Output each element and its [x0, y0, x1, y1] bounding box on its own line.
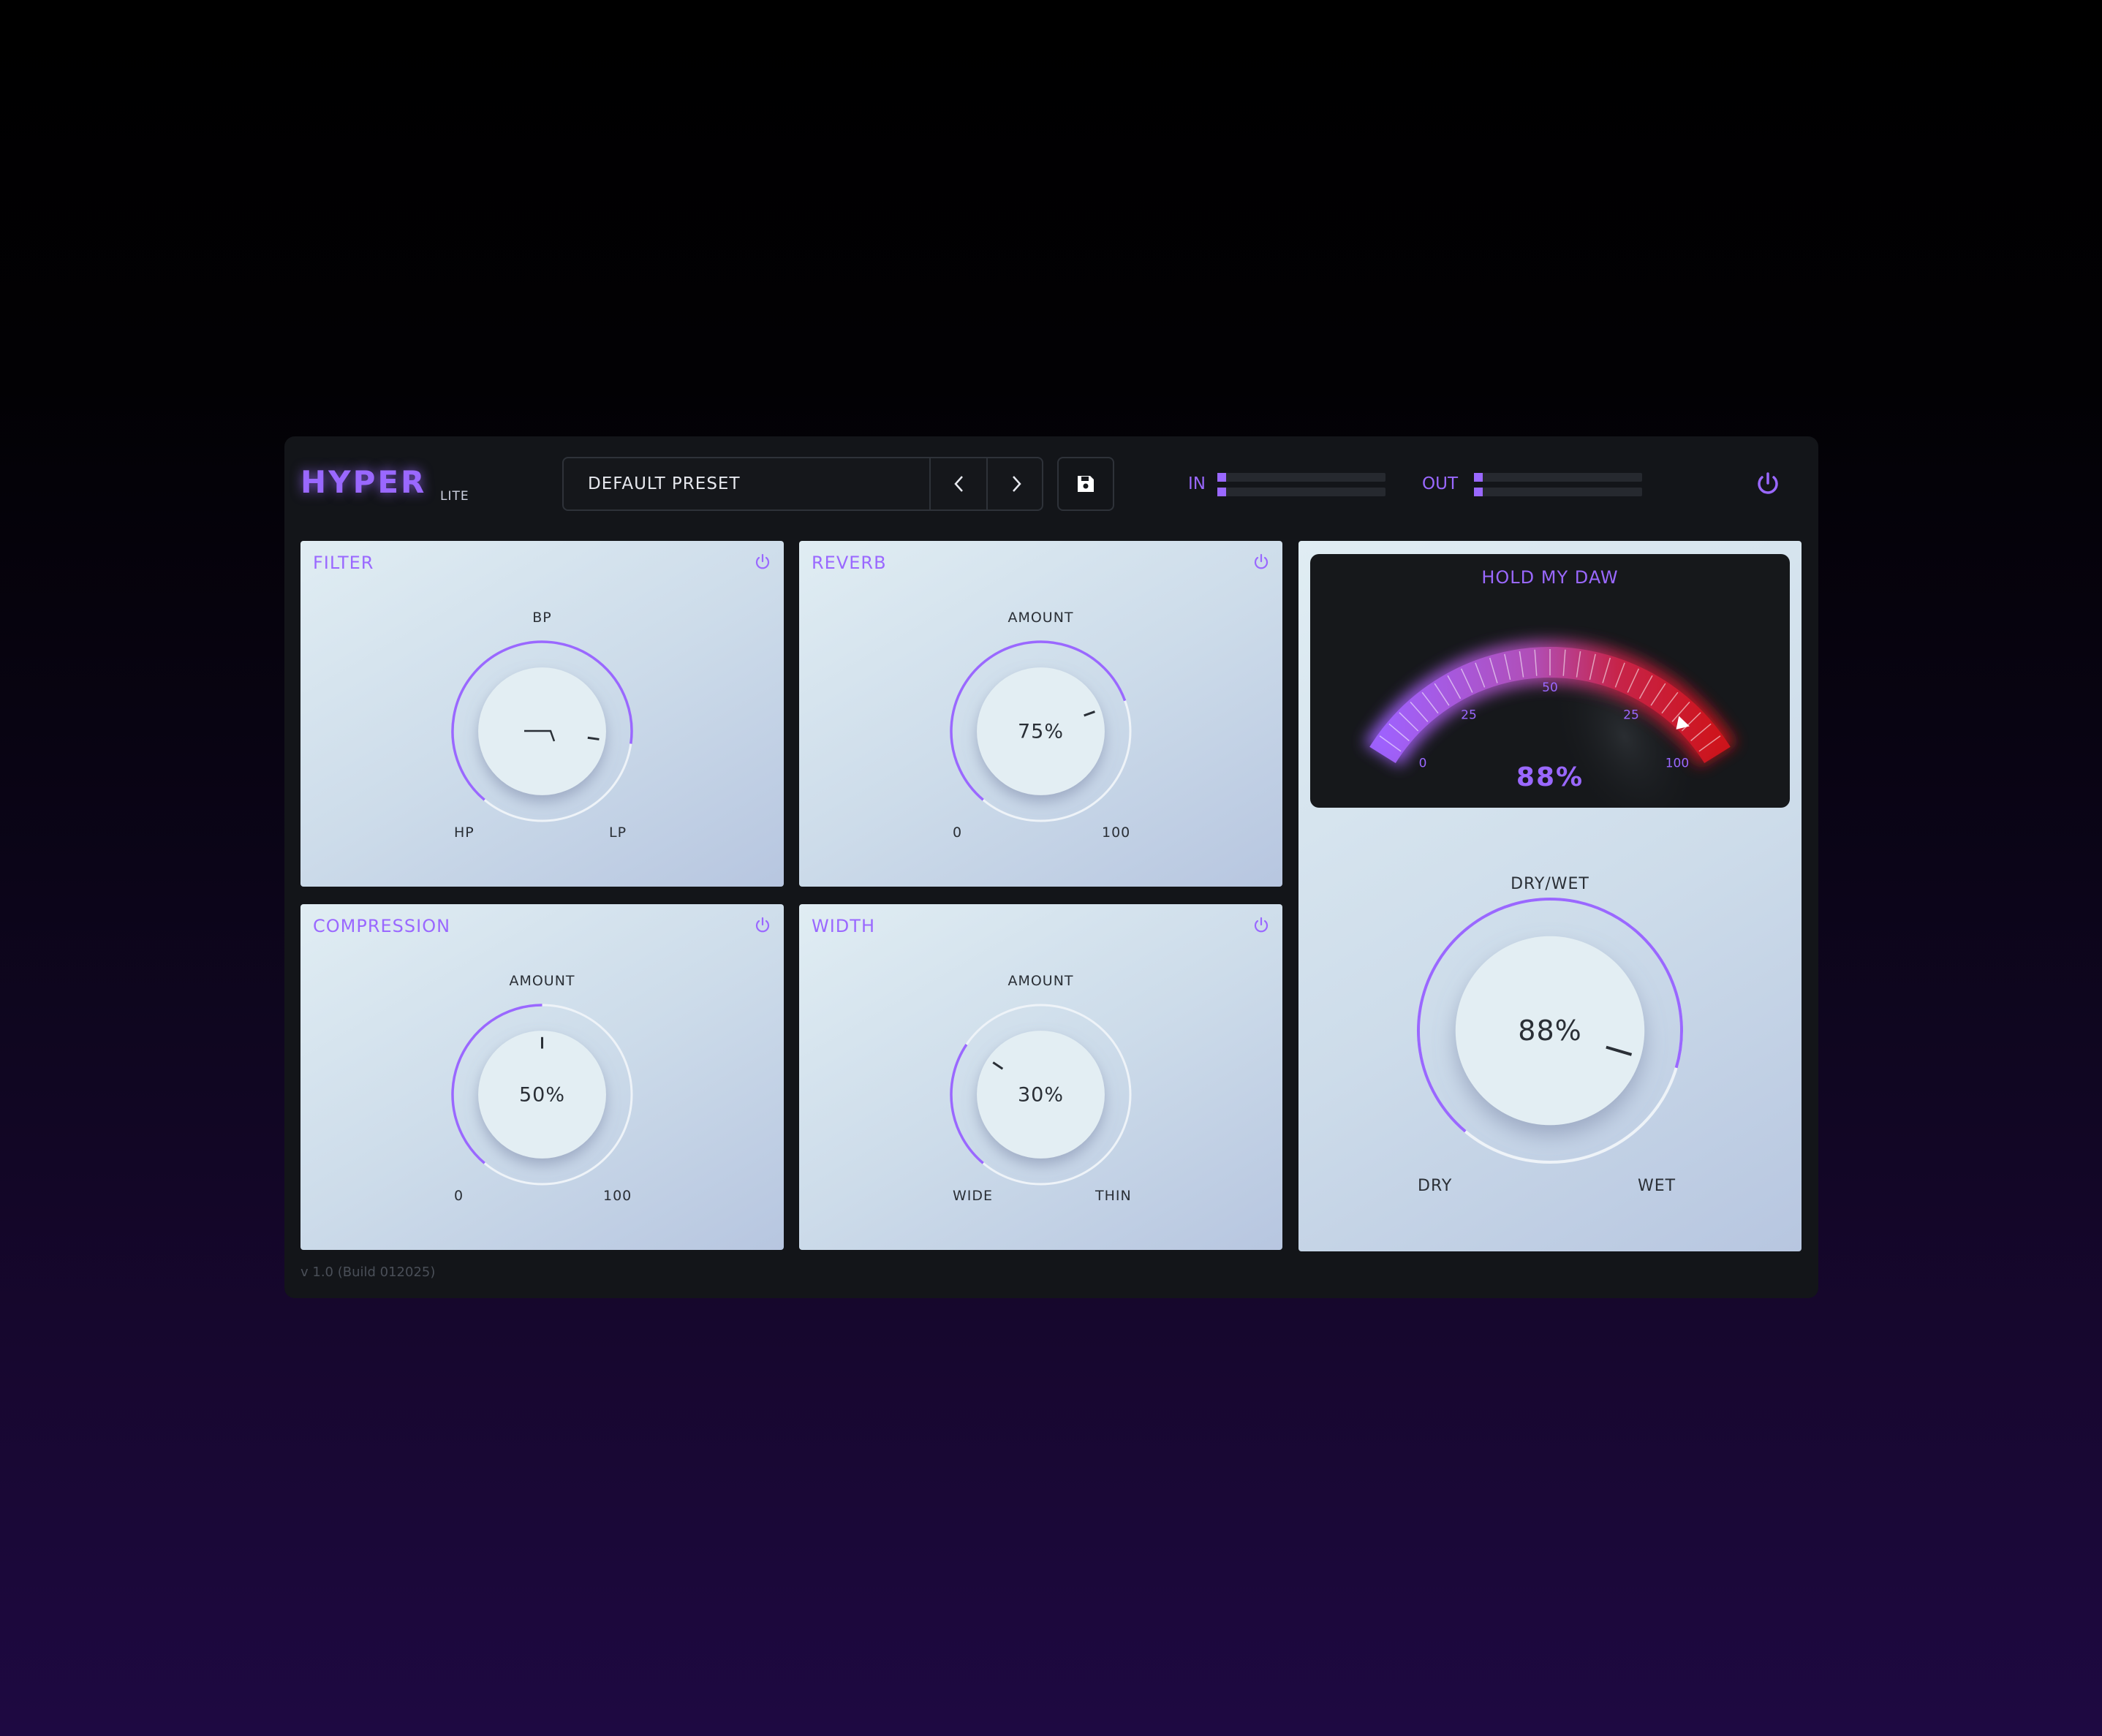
knob-top-label: AMOUNT — [1007, 610, 1074, 626]
floppy-disk-icon — [1078, 476, 1094, 492]
input-meter-right-fill — [1217, 488, 1226, 496]
input-meter-right — [1217, 488, 1385, 496]
knob-top-label: AMOUNT — [1007, 973, 1074, 989]
filter-module: FILTER BP HP LP — [300, 541, 784, 887]
vu-meter: HOLD MY DAW 0 25 50 25 100 88% — [1310, 554, 1790, 808]
vu-meter-value: 88% — [1516, 762, 1584, 792]
preset-name[interactable]: DEFAULT PRESET — [588, 474, 741, 493]
dry-wet-knob[interactable]: 88% — [1411, 892, 1689, 1170]
input-meter-label: IN — [1188, 474, 1206, 493]
input-meter-left-fill — [1217, 473, 1226, 482]
output-meter-right-fill — [1474, 488, 1483, 496]
brand-logo: HYPER — [300, 464, 427, 500]
knob-top-label: BP — [532, 610, 552, 626]
compression-module: COMPRESSION AMOUNT 50% 0 100 — [300, 904, 784, 1250]
knob-value-text: 75% — [1018, 721, 1064, 743]
knob-left-label: 0 — [454, 1188, 464, 1204]
compression-power-icon[interactable] — [753, 916, 772, 935]
width-knob[interactable]: 30% — [945, 999, 1136, 1190]
dry-label: DRY — [1418, 1177, 1453, 1195]
brand-edition: LITE — [440, 489, 469, 504]
chevron-left-icon — [954, 476, 963, 492]
module-title: WIDTH — [812, 916, 875, 936]
output-meter-left-fill — [1474, 473, 1483, 482]
knob-right-label: LP — [609, 825, 627, 841]
vu-scale-label: 25 — [1461, 708, 1477, 723]
version-label: v 1.0 (Build 012025) — [300, 1265, 436, 1280]
knob-left-label: 0 — [953, 825, 963, 841]
plugin-window: HYPER LITE DEFAULT PRESET IN OUT FILTER … — [284, 436, 1818, 1298]
power-icon[interactable] — [1754, 470, 1782, 498]
module-title: COMPRESSION — [313, 916, 451, 936]
module-title: FILTER — [313, 553, 374, 573]
reverb-power-icon[interactable] — [1252, 553, 1271, 572]
output-meter-label: OUT — [1422, 474, 1458, 493]
knob-top-label: AMOUNT — [509, 973, 575, 989]
prev-preset-button[interactable] — [929, 458, 988, 509]
width-power-icon[interactable] — [1252, 916, 1271, 935]
knob-right-label: THIN — [1095, 1188, 1132, 1204]
vu-scale-label: 25 — [1623, 708, 1639, 723]
next-preset-button[interactable] — [986, 458, 1045, 509]
wet-label: WET — [1638, 1177, 1676, 1195]
knob-left-label: WIDE — [953, 1188, 994, 1204]
width-module: WIDTH AMOUNT 30% WIDE THIN — [799, 904, 1282, 1250]
knob-value-text: 50% — [519, 1084, 565, 1107]
knob-right-label: 100 — [603, 1188, 632, 1204]
input-meter-left — [1217, 473, 1385, 482]
reverb-knob[interactable]: 75% — [945, 636, 1136, 827]
output-module: HOLD MY DAW 0 25 50 25 100 88% DRY/WET 8… — [1298, 541, 1802, 1251]
filter-curve-icon — [524, 729, 556, 742]
output-meter-right — [1474, 488, 1642, 496]
knob-right-label: 100 — [1102, 825, 1131, 841]
chevron-right-icon — [1013, 476, 1021, 492]
compression-knob[interactable]: 50% — [447, 999, 638, 1190]
save-preset-button[interactable] — [1057, 457, 1114, 511]
preset-selector[interactable]: DEFAULT PRESET — [562, 457, 1043, 511]
knob-value-text: 88% — [1518, 1015, 1581, 1047]
filter-power-icon[interactable] — [753, 553, 772, 572]
vu-scale-label: 50 — [1542, 681, 1558, 695]
dry-wet-label: DRY/WET — [1511, 875, 1589, 893]
knob-left-label: HP — [454, 825, 475, 841]
module-title: REVERB — [812, 553, 887, 573]
knob-value-text: 30% — [1018, 1084, 1064, 1107]
output-meter-left — [1474, 473, 1642, 482]
reverb-module: REVERB AMOUNT 75% 0 100 — [799, 541, 1282, 887]
